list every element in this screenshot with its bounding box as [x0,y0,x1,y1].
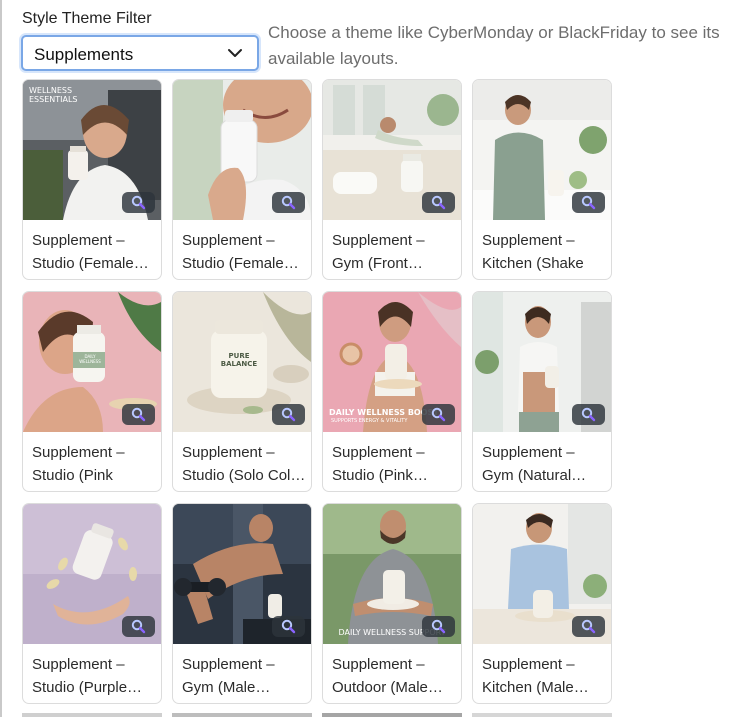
layout-card[interactable]: Supplement – Studio (Female… Beach Daily… [172,79,312,280]
zoom-button[interactable] [122,616,155,637]
card-title: Supplement – Studio (Pink Smi… Cream Hea… [32,444,125,484]
card-thumbnail[interactable] [23,504,161,644]
left-divider [0,0,2,717]
card-thumbnail[interactable] [473,80,611,220]
layout-card[interactable]: Supplement – Studio (Purple… Floating He… [22,503,162,704]
card-title: Supplement – Gym (Natural… Smile Health… [482,444,587,484]
thumbnail-overlay-text: DAILY WELLNESS [79,354,101,364]
card-title: Supplement – Gym (Male… Dumbbell… [182,656,275,696]
card-title: Supplement – Gym (Front… Stretch Routine [332,232,425,272]
card-thumbnail[interactable]: DAILY WELLNESS BOOST SUPPORTS ENERGY & V… [323,292,461,432]
search-zoom-icon [281,195,296,210]
search-zoom-icon [281,619,296,634]
layout-grid: WELLNESS ESSENTIALS Supplement – Studio … [22,79,612,704]
card-thumbnail[interactable]: DAILY WELLNESS SUPPORT [323,504,461,644]
card-title: Supplement – Studio (Female… Car Selfie… [32,232,149,272]
zoom-button[interactable] [572,192,605,213]
card-title: Supplement – Outdoor (Male… Lunch Health… [332,656,443,696]
card-thumbnail[interactable]: PURE BALANCE [173,292,311,432]
search-zoom-icon [581,407,596,422]
zoom-button[interactable] [122,192,155,213]
layout-card[interactable]: Supplement – Kitchen (Shake S… Healthy… [472,79,612,280]
chevron-down-icon [228,49,242,57]
card-thumbnail[interactable]: DAILY WELLNESS [23,292,161,432]
next-row-peek [22,713,612,717]
layout-card[interactable]: PURE BALANCE Supplement – Studio (Solo C… [172,291,312,492]
theme-filter-select[interactable]: Supplements [21,35,259,71]
zoom-button[interactable] [572,616,605,637]
zoom-button[interactable] [422,192,455,213]
layout-card[interactable]: Supplement – Gym (Front… Stretch Routine [322,79,462,280]
card-thumbnail[interactable] [473,292,611,432]
card-thumbnail[interactable]: WELLNESS ESSENTIALS [23,80,161,220]
card-thumbnail[interactable] [173,80,311,220]
card-title: Supplement – Studio (Female… Beach Daily… [182,232,299,272]
thumbnail-overlay-text: WELLNESS ESSENTIALS [29,86,78,104]
theme-filter-value: Supplements [34,45,134,64]
card-thumbnail[interactable] [173,504,311,644]
search-zoom-icon [581,195,596,210]
layout-card[interactable]: Supplement – Gym (Male… Dumbbell… [172,503,312,704]
search-zoom-icon [131,619,146,634]
layout-card[interactable]: Supplement – Gym (Natural… Smile Health… [472,291,612,492]
zoom-button[interactable] [422,616,455,637]
search-zoom-icon [281,407,296,422]
filter-label: Style Theme Filter [22,10,152,27]
layout-card[interactable]: Supplement – Kitchen (Male… Morning Rout… [472,503,612,704]
search-zoom-icon [431,619,446,634]
zoom-button[interactable] [272,192,305,213]
card-title: Supplement – Studio (Solo Col… Pure Bala… [182,444,306,484]
search-zoom-icon [431,195,446,210]
layout-card[interactable]: DAILY WELLNESS Supplement – Studio (Pink… [22,291,162,492]
card-title: Supplement – Studio (Purple… Floating He… [32,656,143,696]
card-title: Supplement – Studio (Pink… Donut Snack… [332,444,428,484]
card-title: Supplement – Kitchen (Shake S… Healthy… [482,232,584,272]
search-zoom-icon [131,195,146,210]
zoom-button[interactable] [422,404,455,425]
zoom-button[interactable] [122,404,155,425]
zoom-button[interactable] [272,616,305,637]
card-thumbnail[interactable] [323,80,461,220]
layout-card[interactable]: DAILY WELLNESS BOOST SUPPORTS ENERGY & V… [322,291,462,492]
zoom-button[interactable] [572,404,605,425]
search-zoom-icon [131,407,146,422]
card-title: Supplement – Kitchen (Male… Morning Rout… [482,656,589,696]
zoom-button[interactable] [272,404,305,425]
card-thumbnail[interactable] [473,504,611,644]
search-zoom-icon [581,619,596,634]
thumbnail-overlay-text: PURE BALANCE [220,352,258,368]
layout-card[interactable]: WELLNESS ESSENTIALS Supplement – Studio … [22,79,162,280]
filter-help-text: Choose a theme like CyberMonday or Black… [268,23,720,68]
layout-card[interactable]: DAILY WELLNESS SUPPORT Supplement – Outd… [322,503,462,704]
search-zoom-icon [431,407,446,422]
